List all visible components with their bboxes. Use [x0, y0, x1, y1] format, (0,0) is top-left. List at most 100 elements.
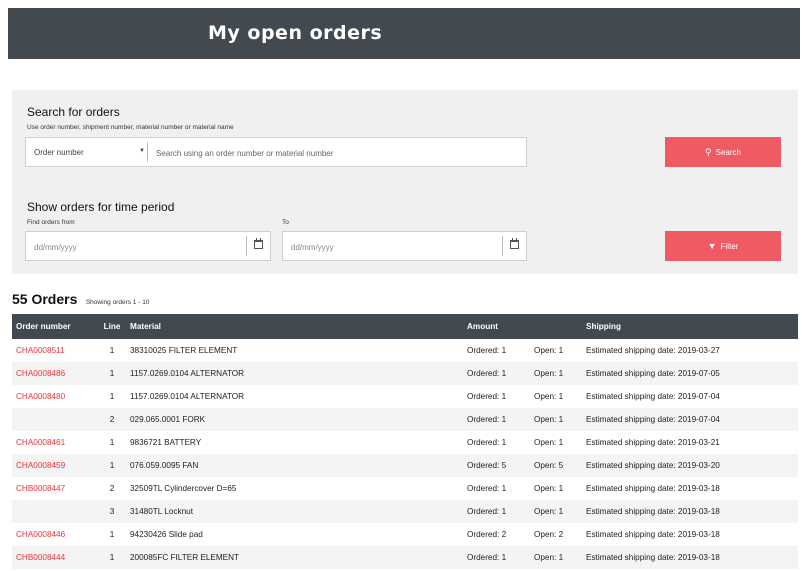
orders-heading: 55 Orders Showing orders 1 - 10 [12, 291, 149, 309]
table-row: 2 029.065.0001 FORK Ordered: 1 Open: 1 E… [12, 408, 798, 431]
column-header: Material [130, 322, 161, 331]
table-row: CHA0008446 1 94230426 Slide pad Ordered:… [12, 523, 798, 546]
ordered-cell: Ordered: 2 [467, 530, 507, 539]
order-link[interactable]: CHA0008486 [16, 369, 65, 378]
open-cell: Open: 1 [534, 438, 564, 447]
shipping-cell: Estimated shipping date: 2019-03-18 [586, 507, 720, 516]
filter-icon: ▼ [707, 241, 717, 251]
select-divider [147, 142, 148, 162]
material-cell: 200085FC FILTER ELEMENT [130, 553, 240, 562]
to-label: To [282, 219, 289, 226]
material-cell: 31480TL Locknut [130, 507, 193, 516]
shipping-cell: Estimated shipping date: 2019-07-04 [586, 415, 720, 424]
ordered-cell: Ordered: 1 [467, 415, 507, 424]
open-cell: Open: 5 [534, 461, 564, 470]
from-date-input[interactable] [32, 232, 236, 262]
line-cell: 1 [109, 392, 115, 401]
ordered-cell: Ordered: 1 [467, 553, 507, 562]
order-link[interactable]: CHA0008446 [16, 530, 65, 539]
order-link[interactable]: CHA0008511 [16, 346, 65, 355]
ordered-cell: Ordered: 1 [467, 507, 507, 516]
material-cell: 38310025 FILTER ELEMENT [130, 346, 238, 355]
line-cell: 3 [109, 507, 115, 516]
open-cell: Open: 2 [534, 530, 564, 539]
line-cell: 2 [109, 484, 115, 493]
table-row: CHA0008486 1 1157.0269.0104 ALTERNATOR O… [12, 362, 798, 385]
order-link[interactable]: CHA0008459 [16, 461, 65, 470]
open-cell: Open: 1 [534, 415, 564, 424]
search-panel: Search for orders Use order number, ship… [12, 90, 798, 274]
ordered-cell: Ordered: 1 [467, 346, 507, 355]
material-cell: 1157.0269.0104 ALTERNATOR [130, 392, 245, 401]
table-row: CHA0008480 1 1157.0269.0104 ALTERNATOR O… [12, 385, 798, 408]
page-title: My open orders [208, 22, 383, 44]
page-header: My open orders [8, 8, 800, 59]
ordered-cell: Ordered: 1 [467, 438, 507, 447]
to-date-input[interactable] [289, 232, 493, 262]
column-header: Line [103, 322, 121, 331]
table-row: 3 31480TL Locknut Ordered: 1 Open: 1 Est… [12, 500, 798, 523]
search-hint: Use order number, shipment number, mater… [27, 124, 234, 131]
column-header: Amount [467, 322, 498, 331]
from-label: Find orders from [27, 219, 75, 226]
table-row: CHA0008461 1 9836721 BATTERY Ordered: 1 … [12, 431, 798, 454]
search-button[interactable]: ⚲ Search [665, 137, 781, 167]
material-cell: 32509TL Cylindercover D=65 [130, 484, 237, 493]
shipping-cell: Estimated shipping date: 2019-03-21 [586, 438, 720, 447]
line-cell: 1 [109, 553, 115, 562]
shipping-cell: Estimated shipping date: 2019-03-20 [586, 461, 720, 470]
table-header-row: Order number Line Material Amount Shippi… [12, 314, 798, 339]
date-divider [246, 236, 247, 256]
shipping-cell: Estimated shipping date: 2019-03-18 [586, 484, 720, 493]
from-date-field [25, 231, 271, 262]
orders-table: Order number Line Material Amount Shippi… [12, 314, 798, 569]
ordered-cell: Ordered: 5 [467, 461, 507, 470]
line-cell: 1 [109, 530, 115, 539]
shipping-cell: Estimated shipping date: 2019-03-27 [586, 346, 720, 355]
ordered-cell: Ordered: 1 [467, 369, 507, 378]
filter-button[interactable]: ▼ Filter [665, 231, 781, 261]
material-cell: 076.059.0095 FAN [130, 461, 199, 470]
open-cell: Open: 1 [534, 346, 564, 355]
search-input[interactable] [154, 138, 538, 168]
material-cell: 1157.0269.0104 ALTERNATOR [130, 369, 245, 378]
open-cell: Open: 1 [534, 484, 564, 493]
ordered-cell: Ordered: 1 [467, 392, 507, 401]
order-link[interactable]: CHA0008480 [16, 392, 65, 401]
shipping-cell: Estimated shipping date: 2019-07-05 [586, 369, 720, 378]
caret-down-icon: ▼ [139, 148, 145, 154]
line-cell: 1 [109, 369, 115, 378]
column-header: Order number [16, 322, 71, 331]
filter-button-label: Filter [720, 241, 739, 251]
search-icon: ⚲ [705, 146, 712, 157]
order-link[interactable]: CHA0008461 [16, 438, 65, 447]
order-link[interactable]: CHB0008447 [16, 484, 65, 493]
open-cell: Open: 1 [534, 369, 564, 378]
calendar-icon[interactable] [510, 238, 519, 249]
shipping-cell: Estimated shipping date: 2019-03-18 [586, 553, 720, 562]
material-cell: 94230426 Slide pad [130, 530, 203, 539]
shipping-cell: Estimated shipping date: 2019-03-18 [586, 530, 720, 539]
table-row: CHA0008511 1 38310025 FILTER ELEMENT Ord… [12, 339, 798, 362]
open-cell: Open: 1 [534, 507, 564, 516]
open-cell: Open: 1 [534, 553, 564, 562]
line-cell: 1 [109, 438, 115, 447]
to-date-field [282, 231, 527, 262]
orders-showing: Showing orders 1 - 10 [85, 299, 150, 306]
table-row: CHA0008459 1 076.059.0095 FAN Ordered: 5… [12, 454, 798, 477]
open-cell: Open: 1 [534, 392, 564, 401]
period-section-title: Show orders for time period [27, 200, 175, 214]
line-cell: 1 [109, 346, 115, 355]
material-cell: 029.065.0001 FORK [130, 415, 206, 424]
table-row: CHB0008444 1 200085FC FILTER ELEMENT Ord… [12, 546, 798, 569]
search-section-title: Search for orders [27, 105, 120, 119]
date-divider [502, 236, 503, 256]
orders-count: 55 Orders [12, 291, 78, 307]
calendar-icon[interactable] [254, 238, 263, 249]
line-cell: 2 [109, 415, 115, 424]
search-type-value: Order number [34, 148, 84, 157]
order-link[interactable]: CHB0008444 [16, 553, 65, 562]
ordered-cell: Ordered: 1 [467, 484, 507, 493]
material-cell: 9836721 BATTERY [130, 438, 202, 447]
column-header: Shipping [586, 322, 622, 331]
